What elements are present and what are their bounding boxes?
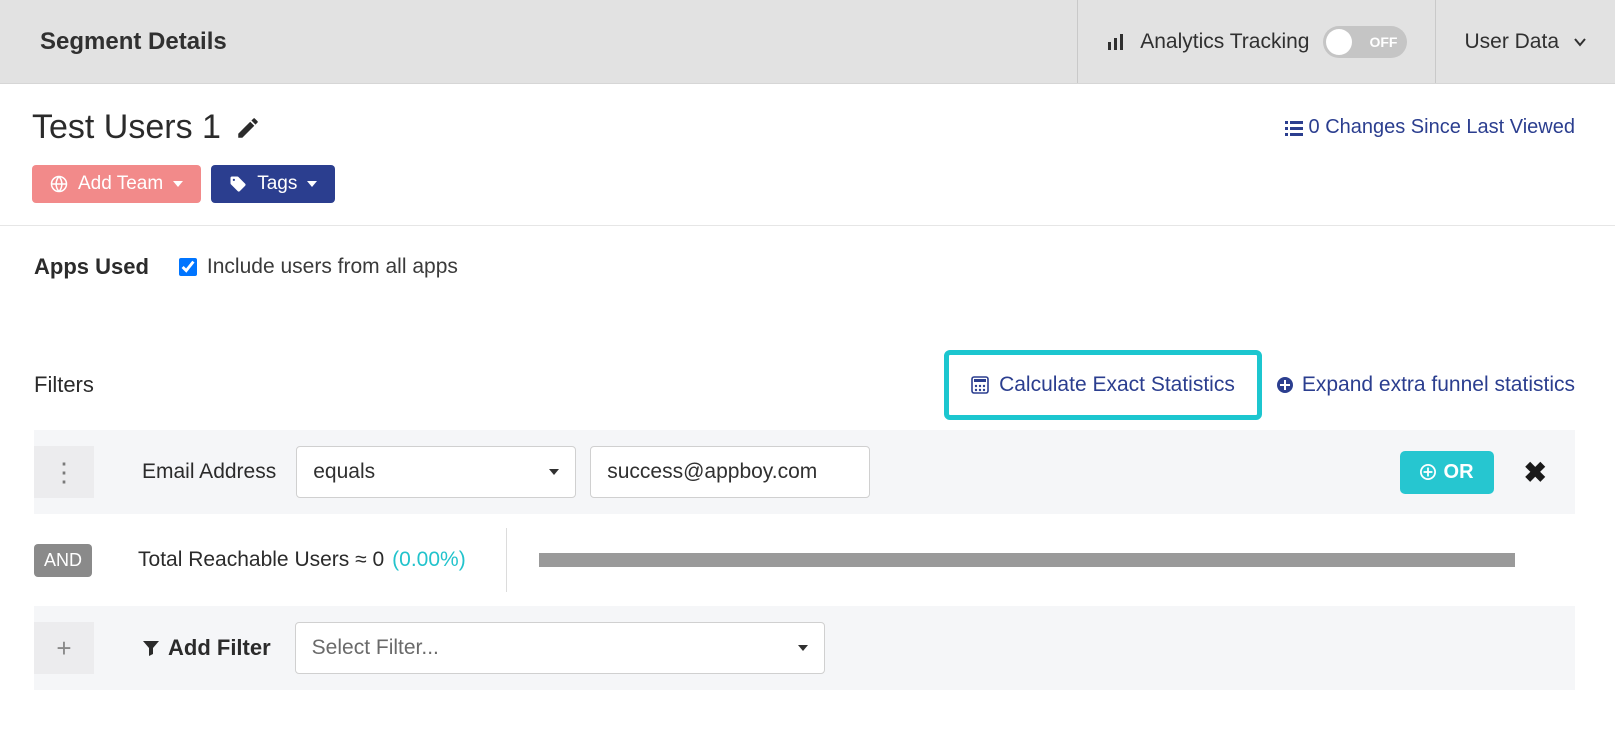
user-data-label: User Data	[1464, 30, 1559, 54]
plus-circle-icon	[1420, 464, 1436, 480]
drag-icon: ⋮	[51, 457, 77, 488]
header-buttons: Add Team Tags	[32, 165, 1575, 203]
add-filter-row: + Add Filter Select Filter...	[34, 606, 1575, 690]
analytics-toggle[interactable]: OFF	[1323, 26, 1407, 58]
toggle-state-label: OFF	[1369, 34, 1397, 50]
include-checkbox-input[interactable]	[179, 258, 197, 276]
include-all-apps-checkbox[interactable]: Include users from all apps	[179, 255, 458, 279]
and-badge: AND	[34, 544, 92, 577]
add-team-label: Add Team	[78, 173, 163, 195]
changes-link[interactable]: 0 Changes Since Last Viewed	[1285, 116, 1575, 139]
calculator-icon	[971, 376, 989, 394]
or-button[interactable]: OR	[1400, 451, 1494, 494]
toggle-knob	[1326, 29, 1352, 55]
add-team-button[interactable]: Add Team	[32, 165, 201, 203]
changes-text: 0 Changes Since Last Viewed	[1309, 116, 1575, 139]
filter-row: ⋮ Email Address equals OR ✖	[34, 430, 1575, 514]
body: Apps Used Include users from all apps Fi…	[0, 226, 1615, 710]
operator-select[interactable]: equals	[296, 446, 576, 498]
filters-label: Filters	[34, 372, 94, 398]
reachable-users-label: Total Reachable Users ≈ 0	[138, 548, 384, 572]
filters-header: Filters Calculate Exact Statistics Expan…	[34, 350, 1575, 420]
add-filter-text: Add Filter	[168, 635, 271, 661]
caret-down-icon	[798, 645, 808, 651]
page-title: Segment Details	[0, 0, 1077, 83]
drag-handle[interactable]: ⋮	[34, 446, 94, 498]
tags-label: Tags	[257, 173, 297, 195]
vertical-divider	[506, 528, 507, 592]
filter-value-input[interactable]	[590, 446, 870, 498]
globe-icon	[50, 175, 68, 193]
expand-label: Expand extra funnel statistics	[1302, 373, 1575, 397]
apps-used-label: Apps Used	[34, 254, 149, 280]
bar-chart-icon	[1106, 32, 1126, 52]
topbar: Segment Details Analytics Tracking OFF U…	[0, 0, 1615, 84]
apps-used-row: Apps Used Include users from all apps	[34, 254, 1575, 280]
caret-down-icon	[173, 181, 183, 187]
analytics-tracking-section: Analytics Tracking OFF	[1077, 0, 1435, 83]
include-label: Include users from all apps	[207, 255, 458, 279]
filter-select-placeholder: Select Filter...	[312, 636, 439, 660]
chevron-down-icon	[1573, 35, 1587, 49]
plus-circle-icon	[1276, 376, 1294, 394]
filter-field-label: Email Address	[142, 460, 276, 484]
list-icon	[1285, 119, 1303, 137]
segment-name: Test Users 1	[32, 108, 221, 147]
add-filter-plus[interactable]: +	[34, 622, 94, 674]
tags-button[interactable]: Tags	[211, 165, 335, 203]
analytics-label: Analytics Tracking	[1140, 30, 1309, 54]
filters-links: Calculate Exact Statistics Expand extra …	[944, 350, 1575, 420]
funnel-icon	[142, 639, 160, 657]
calc-label: Calculate Exact Statistics	[999, 373, 1235, 397]
and-row: AND Total Reachable Users ≈ 0 (0.00%)	[34, 514, 1575, 606]
operator-value: equals	[313, 460, 375, 484]
user-data-dropdown[interactable]: User Data	[1435, 0, 1615, 83]
segment-header: Test Users 1 0 Changes Since Last Viewed…	[0, 84, 1615, 226]
calculate-statistics-button[interactable]: Calculate Exact Statistics	[944, 350, 1262, 420]
add-filter-label-group: Add Filter	[142, 635, 271, 661]
or-label: OR	[1444, 461, 1474, 484]
tag-icon	[229, 175, 247, 193]
segment-name-group: Test Users 1	[32, 108, 261, 147]
edit-icon[interactable]	[235, 115, 261, 141]
expand-funnel-link[interactable]: Expand extra funnel statistics	[1276, 373, 1575, 397]
caret-down-icon	[549, 469, 559, 475]
reach-bar	[539, 553, 1515, 567]
remove-filter-button[interactable]: ✖	[1524, 456, 1547, 489]
reachable-users-pct: (0.00%)	[392, 548, 466, 572]
plus-icon: +	[56, 633, 71, 664]
header-row: Test Users 1 0 Changes Since Last Viewed	[32, 108, 1575, 147]
filter-select[interactable]: Select Filter...	[295, 622, 825, 674]
caret-down-icon	[307, 181, 317, 187]
